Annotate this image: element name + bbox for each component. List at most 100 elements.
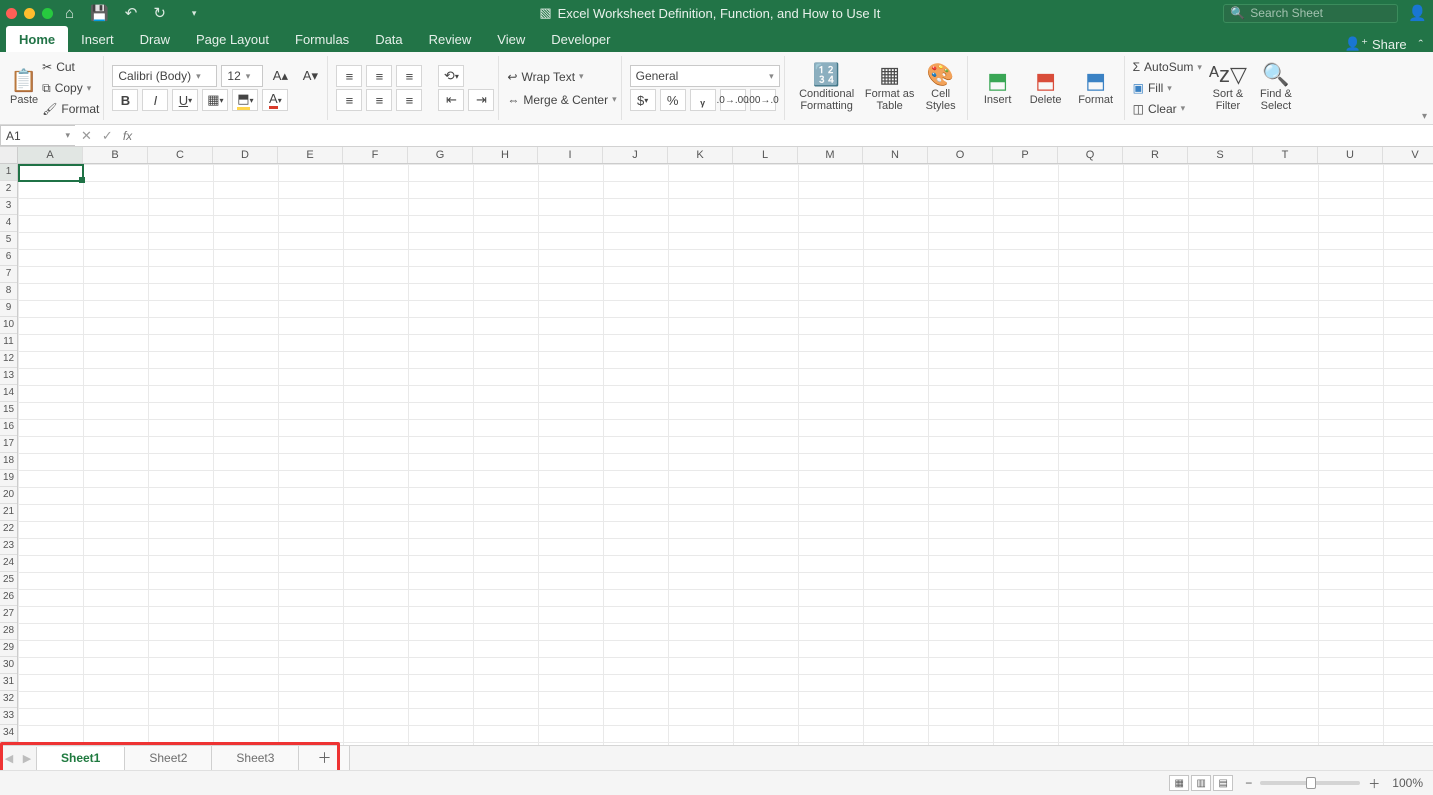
wrap-text-button[interactable]: ↩Wrap Text▾ — [507, 66, 616, 87]
italic-button[interactable]: I — [142, 89, 168, 111]
row-header-15[interactable]: 15 — [0, 402, 17, 419]
fill-color-button[interactable]: ⬒▾ — [232, 89, 258, 111]
align-left-button[interactable]: ≡ — [336, 89, 362, 111]
tab-data[interactable]: Data — [362, 26, 415, 52]
ribbon-options-icon[interactable]: ▾ — [1422, 111, 1427, 122]
row-header-4[interactable]: 4 — [0, 215, 17, 232]
select-all-corner[interactable] — [0, 147, 18, 164]
zoom-track[interactable] — [1260, 781, 1360, 785]
merge-center-button[interactable]: ⇔Merge & Center▾ — [507, 89, 616, 110]
clear-button[interactable]: ◫Clear▾ — [1133, 99, 1202, 118]
row-header-29[interactable]: 29 — [0, 640, 17, 657]
tab-review[interactable]: Review — [416, 26, 485, 52]
sheet-nav-prev[interactable]: ◀ — [0, 752, 18, 765]
page-break-view-button[interactable]: ▤ — [1213, 775, 1233, 791]
col-header-N[interactable]: N — [863, 147, 928, 163]
sort-filter-button[interactable]: ᴬᴢ▽ Sort & Filter — [1206, 58, 1250, 118]
orientation-button[interactable]: ⟲▾ — [438, 65, 464, 87]
align-center-button[interactable]: ≡ — [366, 89, 392, 111]
row-header-14[interactable]: 14 — [0, 385, 17, 402]
row-header-3[interactable]: 3 — [0, 198, 17, 215]
paste-button[interactable]: 📋 Paste — [10, 58, 38, 118]
row-header-5[interactable]: 5 — [0, 232, 17, 249]
sheet-tab-2[interactable]: Sheet2 — [125, 746, 212, 771]
save-icon[interactable]: 💾 — [90, 4, 109, 22]
minimize-window-icon[interactable] — [24, 8, 35, 19]
decrease-font-button[interactable]: A▾ — [297, 65, 323, 87]
find-select-button[interactable]: 🔍 Find & Select — [1254, 58, 1298, 118]
window-controls[interactable] — [6, 8, 65, 19]
format-as-table-button[interactable]: ▦ Format as Table — [865, 58, 915, 118]
col-header-P[interactable]: P — [993, 147, 1058, 163]
col-header-G[interactable]: G — [408, 147, 473, 163]
col-header-V[interactable]: V — [1383, 147, 1433, 163]
row-header-26[interactable]: 26 — [0, 589, 17, 606]
tab-insert[interactable]: Insert — [68, 26, 127, 52]
insert-cells-button[interactable]: ⬒ Insert — [976, 58, 1020, 118]
close-window-icon[interactable] — [6, 8, 17, 19]
row-header-9[interactable]: 9 — [0, 300, 17, 317]
row-header-28[interactable]: 28 — [0, 623, 17, 640]
row-header-2[interactable]: 2 — [0, 181, 17, 198]
row-header-24[interactable]: 24 — [0, 555, 17, 572]
search-input[interactable]: 🔍 Search Sheet — [1223, 4, 1398, 23]
column-headers[interactable]: ABCDEFGHIJKLMNOPQRSTUV — [18, 147, 1433, 164]
row-headers[interactable]: 1234567891011121314151617181920212223242… — [0, 164, 18, 750]
col-header-U[interactable]: U — [1318, 147, 1383, 163]
zoom-level[interactable]: 100% — [1392, 776, 1423, 790]
row-header-16[interactable]: 16 — [0, 419, 17, 436]
format-cells-button[interactable]: ⬒ Format — [1072, 58, 1120, 118]
name-box[interactable]: A1 ▾ — [0, 125, 75, 146]
cut-button[interactable]: ✂Cut — [42, 58, 99, 77]
align-middle-button[interactable]: ≡ — [366, 65, 392, 87]
border-button[interactable]: ▦▾ — [202, 89, 228, 111]
row-header-6[interactable]: 6 — [0, 249, 17, 266]
col-header-D[interactable]: D — [213, 147, 278, 163]
font-color-button[interactable]: A▾ — [262, 89, 288, 111]
zoom-out-button[interactable]: − — [1245, 776, 1252, 790]
account-icon[interactable]: 👤 — [1408, 4, 1427, 22]
tab-developer[interactable]: Developer — [538, 26, 623, 52]
format-painter-button[interactable]: 🖌Format — [42, 99, 99, 118]
col-header-T[interactable]: T — [1253, 147, 1318, 163]
delete-cells-button[interactable]: ⬒ Delete — [1024, 58, 1068, 118]
autosum-button[interactable]: ΣAutoSum▾ — [1133, 58, 1202, 77]
zoom-thumb[interactable] — [1306, 777, 1316, 789]
enter-formula-icon[interactable]: ✓ — [102, 128, 113, 144]
increase-font-button[interactable]: A▴ — [267, 65, 293, 87]
fill-button[interactable]: ▣Fill▾ — [1133, 79, 1202, 98]
tab-view[interactable]: View — [484, 26, 538, 52]
row-header-27[interactable]: 27 — [0, 606, 17, 623]
row-header-1[interactable]: 1 — [0, 164, 17, 181]
currency-button[interactable]: $▾ — [630, 89, 656, 111]
conditional-formatting-button[interactable]: 🔢 Conditional Formatting — [793, 58, 861, 118]
qat-dropdown-icon[interactable]: ▾ — [182, 8, 197, 19]
row-header-23[interactable]: 23 — [0, 538, 17, 555]
col-header-C[interactable]: C — [148, 147, 213, 163]
decrease-decimal-button[interactable]: .00→.0 — [750, 89, 776, 111]
cell-area[interactable] — [18, 164, 1433, 750]
cancel-formula-icon[interactable]: ✕ — [81, 128, 92, 144]
increase-indent-button[interactable]: ⇥ — [468, 89, 494, 111]
col-header-F[interactable]: F — [343, 147, 408, 163]
tab-page-layout[interactable]: Page Layout — [183, 26, 282, 52]
align-top-button[interactable]: ≡ — [336, 65, 362, 87]
row-header-30[interactable]: 30 — [0, 657, 17, 674]
decrease-indent-button[interactable]: ⇤ — [438, 89, 464, 111]
share-button[interactable]: 👤⁺ Share — [1345, 36, 1407, 52]
redo-icon[interactable]: ↻ — [153, 4, 166, 22]
col-header-K[interactable]: K — [668, 147, 733, 163]
sheet-nav-next[interactable]: ▶ — [18, 752, 36, 765]
undo-icon[interactable]: ↶ — [125, 4, 138, 22]
active-cell[interactable] — [18, 164, 84, 182]
row-header-31[interactable]: 31 — [0, 674, 17, 691]
underline-button[interactable]: U▾ — [172, 89, 198, 111]
align-right-button[interactable]: ≡ — [396, 89, 422, 111]
zoom-slider[interactable]: − ＋ — [1245, 775, 1380, 792]
font-name-select[interactable]: Calibri (Body)▾ — [112, 65, 217, 87]
col-header-I[interactable]: I — [538, 147, 603, 163]
fx-icon[interactable]: fx — [123, 129, 132, 143]
row-header-34[interactable]: 34 — [0, 725, 17, 742]
align-bottom-button[interactable]: ≡ — [396, 65, 422, 87]
row-header-17[interactable]: 17 — [0, 436, 17, 453]
